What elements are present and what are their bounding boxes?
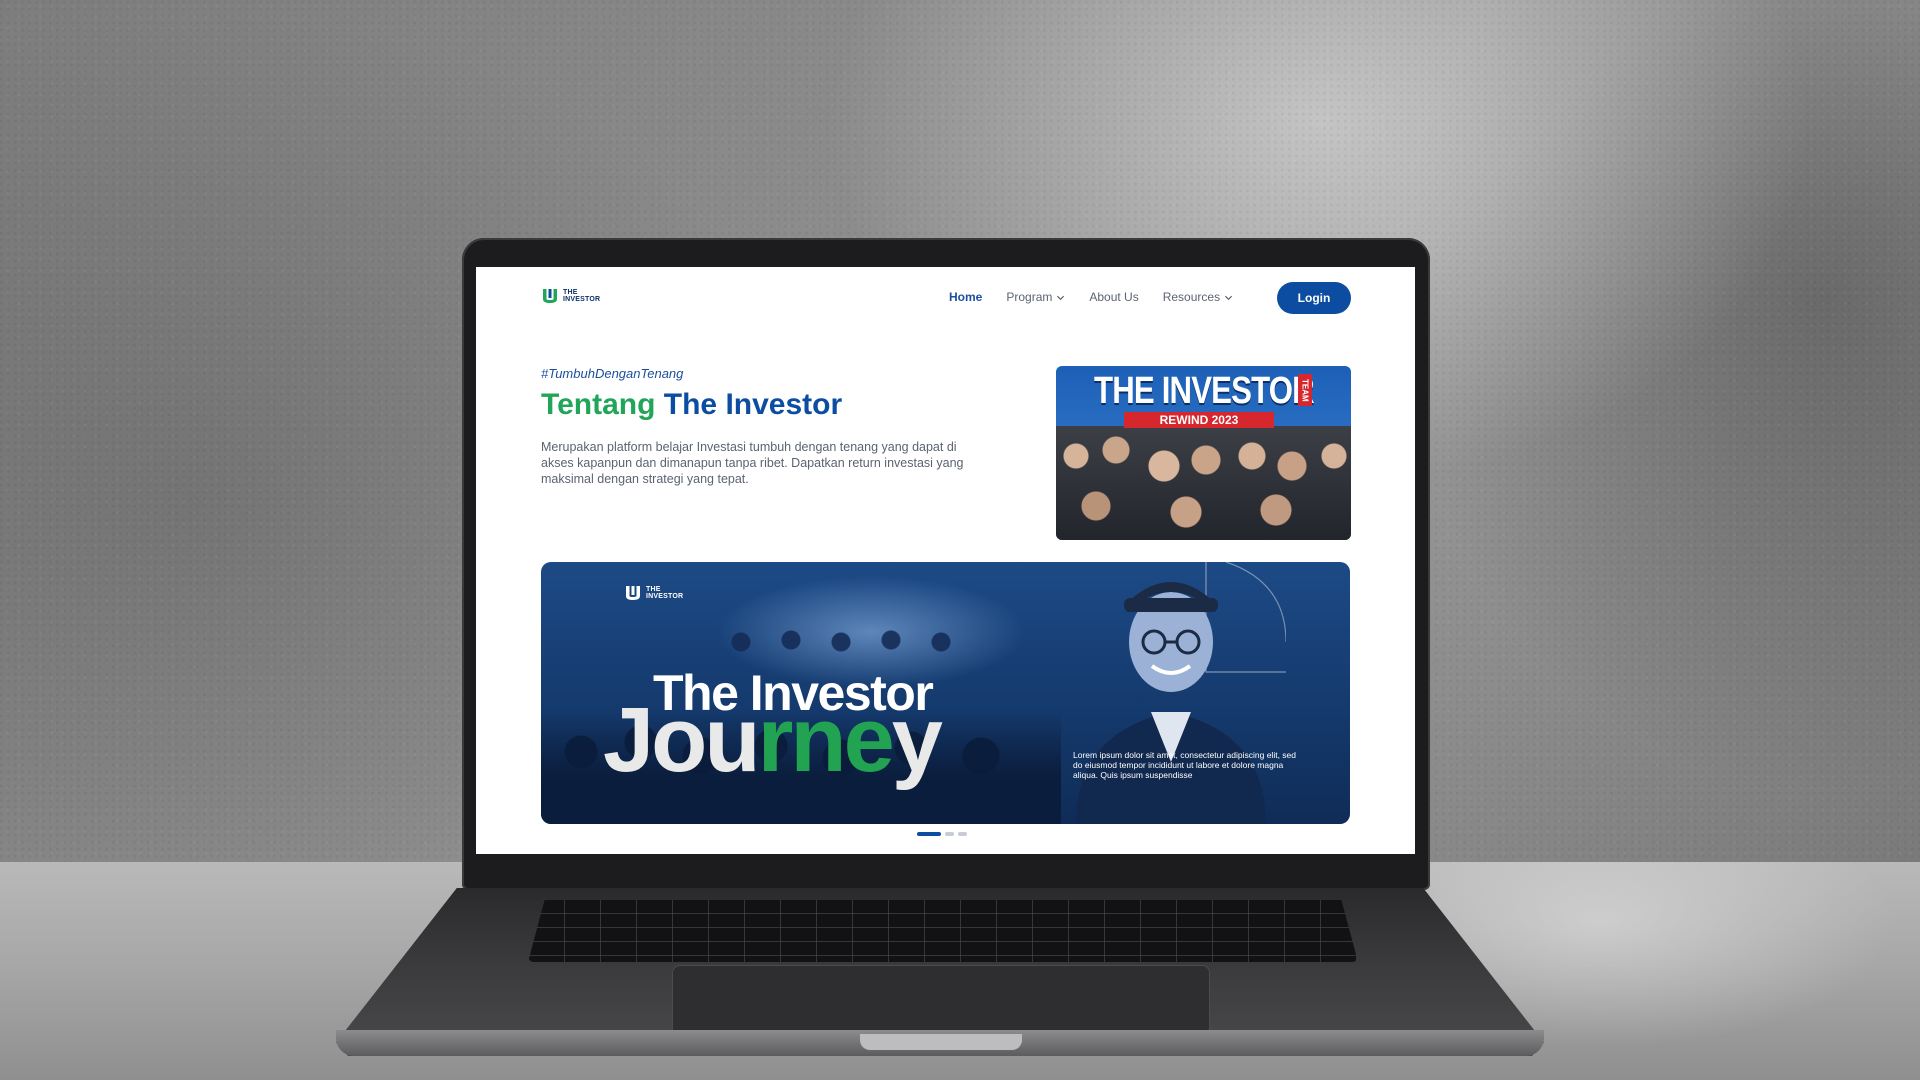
logo-line2: INVESTOR (563, 296, 601, 303)
laptop-keyboard (528, 900, 1358, 962)
carousel-dot-2[interactable] (945, 832, 954, 836)
login-button[interactable]: Login (1277, 282, 1351, 314)
chevron-down-icon (1225, 295, 1233, 300)
logo-mark-icon (626, 586, 640, 600)
banner-subtitle-highlight: rne (757, 689, 895, 791)
banner-subtitle-part3: y (891, 689, 943, 791)
team-photo (1056, 426, 1351, 540)
banner-logo-text: THE INVESTOR (646, 586, 683, 600)
laptop-screen: THE INVESTOR Home Program About Us Resou… (476, 267, 1415, 854)
site-logo[interactable]: THE INVESTOR (541, 287, 600, 305)
rewind-title: THE INVESTOR (1094, 370, 1315, 412)
nav-item-label: Home (949, 290, 983, 304)
banner-logo: THE INVESTOR (624, 584, 683, 602)
logo-line1: THE (563, 289, 578, 296)
journey-banner[interactable]: THE INVESTOR The Investor Journey Lorem … (541, 562, 1350, 824)
stage-panel-silhouettes (711, 622, 971, 662)
nav-item-home[interactable]: Home (949, 290, 982, 304)
banner-logo-line1: THE (646, 586, 661, 593)
nav-item-label: Resources (1162, 290, 1221, 304)
nav-item-about-us[interactable]: About Us (1089, 290, 1138, 304)
banner-subtitle-part1: Jou (603, 689, 761, 791)
carousel-indicators (917, 832, 967, 836)
banner-logo-line2: INVESTOR (646, 593, 684, 600)
rewind-team-tag: TEAM (1298, 374, 1312, 406)
hero-title-green: Tentang (541, 388, 656, 421)
hero-description: Merupakan platform belajar Investasi tum… (541, 440, 964, 486)
carousel-dot-1[interactable] (917, 832, 941, 836)
rewind-2023-image[interactable]: THE INVESTOR TEAM REWIND 2023 (1056, 366, 1351, 540)
nav-item-label: Program (1006, 290, 1053, 304)
laptop-notch (860, 1034, 1022, 1050)
logo-mark-icon (543, 289, 557, 303)
hero-hashtag: #TumbuhDenganTenang (541, 366, 684, 381)
banner-subtitle: Journey (603, 694, 943, 786)
carousel-dot-3[interactable] (958, 832, 967, 836)
nav-item-label: About Us (1089, 290, 1139, 304)
nav-item-resources[interactable]: Resources (1163, 290, 1233, 304)
chevron-down-icon (1057, 295, 1065, 300)
banner-body-text: Lorem ipsum dolor sit amet, consectetur … (1073, 750, 1296, 780)
navbar: THE INVESTOR Home Program About Us Resou… (476, 267, 1415, 325)
logo-text: THE INVESTOR (563, 289, 600, 303)
hero-title-blue: The Investor (663, 388, 843, 421)
nav-item-program[interactable]: Program (1006, 290, 1065, 304)
speaker-photo (1076, 562, 1286, 824)
nav-links: Home Program About Us Resources (949, 290, 1233, 304)
laptop-trackpad (672, 965, 1210, 1031)
rewind-subtitle: REWIND 2023 (1124, 412, 1274, 428)
hero-title: Tentang The Investor (541, 388, 842, 422)
